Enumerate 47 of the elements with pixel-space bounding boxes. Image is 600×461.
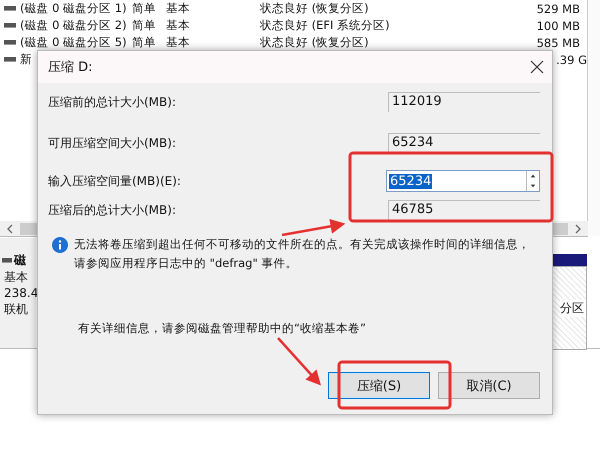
drive-icon <box>4 23 16 28</box>
status-cell-text: 状态良好 (EFI 系统分区) <box>260 18 391 33</box>
volume-name: (磁盘 0 磁盘分区 2) <box>20 18 128 33</box>
size-cell: .39 G <box>556 52 587 66</box>
drive-icon <box>4 40 16 45</box>
status-cell-text: 状态良好 (恢复分区) <box>260 35 370 50</box>
scroll-right-icon[interactable] <box>574 224 582 234</box>
help-text: 有关详细信息，请参阅磁盘管理帮助中的“收缩基本卷” <box>78 321 367 336</box>
disk-detail: 基本 <box>3 269 29 285</box>
layout-cell-text: 简单 <box>132 18 157 33</box>
drive-icon <box>4 6 16 11</box>
size-cell-text: 529 MB <box>536 2 580 16</box>
layout-cell-text: 简单 <box>132 1 157 16</box>
layout-cell-text: 简单 <box>132 35 157 50</box>
type-cell-text: 基本 <box>166 35 191 50</box>
disk-detail: 联机 <box>3 301 29 317</box>
volume-name: (磁盘 0 磁盘分区 5) <box>20 35 128 50</box>
arrow-annotation <box>282 218 346 236</box>
type-cell-text: 基本 <box>166 18 191 33</box>
vertical-scrollbar[interactable] <box>587 0 600 236</box>
partition-label: 分区 <box>560 300 586 316</box>
shrink-button[interactable]: 压缩(S) <box>328 372 430 399</box>
status-cell-text: 状态良好 (恢复分区) <box>260 1 370 16</box>
volume-name: 新 <box>20 52 32 67</box>
volume-name: (磁盘 0 磁盘分区 1) <box>20 1 128 16</box>
cancel-button[interactable]: 取消(C) <box>438 372 540 399</box>
close-icon[interactable] <box>530 60 544 74</box>
partition-header <box>551 254 587 266</box>
field-label: 压缩前的总计大小(MB): <box>48 94 176 110</box>
disk-detail: 238.4 <box>3 285 36 301</box>
disk-label: 磁 <box>14 252 26 269</box>
dialog-title: 压缩 D: <box>48 59 93 76</box>
field-label: 可用压缩空间大小(MB): <box>48 134 176 152</box>
number-spinner[interactable]: 65234 <box>386 170 540 192</box>
readonly-field: 112019 <box>388 92 540 112</box>
type-cell-text: 基本 <box>166 1 191 16</box>
info-icon <box>52 237 68 253</box>
field-label: 压缩后的总计大小(MB): <box>48 202 176 218</box>
info-message: 无法将卷压缩到超出任何不可移动的文件所在的点。有关完成该操作时间的详细信息，请参阅应用程序日志中的 "defrag" 事件。 <box>74 236 531 272</box>
scroll-left-icon[interactable] <box>6 224 14 234</box>
drive-icon <box>4 57 16 62</box>
field-label: 输入压缩空间量(MB)(E): <box>48 172 181 190</box>
arrow-annotation <box>277 337 322 386</box>
size-cell-text: 100 MB <box>536 18 580 32</box>
size-cell-text: 585 MB <box>536 36 580 50</box>
readonly-field: 46785 <box>388 200 540 220</box>
readonly-field: 65234 <box>388 133 540 153</box>
